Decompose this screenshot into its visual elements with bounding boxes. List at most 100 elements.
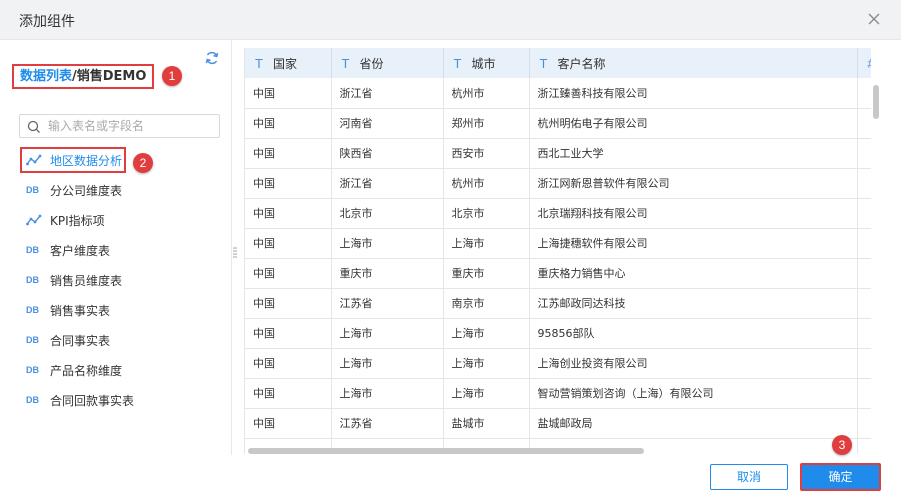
table-list-item[interactable]: 地区数据分析 [0,145,231,175]
table-list-item[interactable]: DB 合同回款事实表 [0,385,231,415]
table-cell: 中国 [245,258,332,289]
table-cell: 中国 [245,168,332,199]
db-icon: DB [26,305,39,315]
table-list-item[interactable]: DB 产品名称维度 [0,355,231,385]
table-cell: 上海市 [443,378,530,409]
table-row: 中国 江苏省 南京市 江苏邮政同达科技 [245,288,871,319]
annotation-badge-2: 2 [133,153,153,173]
search-input[interactable] [48,118,213,134]
column-header-label: 客户名称 [557,56,606,71]
table-cell: 中国 [245,108,332,139]
text-type-icon: T [539,55,548,71]
table-list-item-label: 分公司维度表 [50,183,123,198]
selection-highlight-box [20,147,126,173]
table-cell: 上海市 [443,348,530,379]
table-list-item[interactable]: DB 销售事实表 [0,295,231,325]
table-cell: 盐城邮政局 [529,408,858,439]
table-row: 中国 上海市 上海市 上海创业投资有限公司 [245,348,871,379]
close-icon[interactable] [867,12,881,26]
table-row: 中国 浙江省 杭州市 浙江臻善科技有限公司 [245,78,871,109]
db-icon: DB [26,245,39,255]
column-header[interactable]: # [857,48,871,78]
table-row: 中国 上海市 上海市 智动营销策划咨询（上海）有限公司 [245,378,871,409]
breadcrumb-source-link[interactable]: 数据列表 [20,69,72,84]
table-list-item[interactable]: DB 销售员维度表 [0,265,231,295]
confirm-button[interactable]: 确定 [800,463,881,491]
table-row: 中国 上海市 上海市 上海捷穗软件有限公司 [245,228,871,259]
search-icon [27,120,40,133]
table-cell: 上海市 [331,348,444,379]
text-type-icon: T [341,55,350,71]
table-cell: 陕西省 [331,138,444,169]
table-list-item-label: 销售事实表 [50,303,111,318]
table-cell: 95856部队 [529,318,858,349]
table-list: 地区数据分析 DB 分公司维度表 KPI指标项 DB 客户维度表 DB 销售员维度表 DB 销售事… [0,145,231,415]
vertical-scroll-thumb[interactable] [873,85,879,119]
table-cell: 中国 [245,408,332,439]
horizontal-scrollbar[interactable] [244,446,871,456]
table-list-item[interactable]: KPI指标项 [0,205,231,235]
table-cell: 中国 [245,198,332,229]
table-cell: 中国 [245,288,332,319]
chart-line-icon [26,214,44,226]
table-list-item-label: 产品名称维度 [50,363,123,378]
table-cell [857,138,871,169]
column-header[interactable]: T 城市 [443,48,530,78]
table-list-item[interactable]: DB 分公司维度表 [0,175,231,205]
table-cell [857,228,871,259]
table-list-item-label: 合同事实表 [50,333,111,348]
table-cell: 上海市 [443,318,530,349]
db-icon: DB [26,275,39,285]
column-header-label: 国家 [272,56,297,71]
cancel-button[interactable]: 取消 [710,464,788,490]
column-header[interactable]: T 国家 [245,48,332,78]
dialog-titlebar: 添加组件 [0,0,901,40]
number-type-icon: # [868,56,872,71]
table-cell: 浙江臻善科技有限公司 [529,78,858,109]
table-cell: 中国 [245,378,332,409]
db-icon: DB [26,185,39,195]
table-cell: 中国 [245,318,332,349]
table-cell: 北京瑞翔科技有限公司 [529,198,858,229]
vertical-scrollbar[interactable] [870,80,880,454]
table-cell: 上海捷穗软件有限公司 [529,228,858,259]
column-header[interactable]: T 省份 [331,48,444,78]
table-cell: 河南省 [331,108,444,139]
table-cell [857,168,871,199]
table-cell: 中国 [245,78,332,109]
breadcrumb: 数据列表/销售DEMO [12,64,155,89]
table-cell: 上海市 [331,318,444,349]
table-row: 中国 陕西省 西安市 西北工业大学 [245,138,871,169]
table-cell [857,78,871,109]
table-cell [857,108,871,139]
table-cell: 江苏邮政同达科技 [529,288,858,319]
table-cell [857,408,871,439]
table-cell: 中国 [245,228,332,259]
table-cell: 杭州市 [443,168,530,199]
table-cell: 江苏省 [331,288,444,319]
table-cell [857,258,871,289]
table-cell: 重庆市 [331,258,444,289]
db-icon: DB [26,395,39,405]
table-row: 中国 重庆市 重庆市 重庆格力销售中心 [245,258,871,289]
table-cell [857,348,871,379]
search-box[interactable] [19,114,220,138]
table-list-item[interactable]: DB 客户维度表 [0,235,231,265]
annotation-badge-1: 1 [162,66,182,86]
table-cell: 智动营销策划咨询（上海）有限公司 [529,378,858,409]
text-type-icon: T [453,55,462,71]
table-cell: 浙江网新恩普软件有限公司 [529,168,858,199]
table-cell [857,378,871,409]
table-list-item[interactable]: DB 合同事实表 [0,325,231,355]
table-list-item-label: 客户维度表 [50,243,111,258]
table-cell: 重庆格力销售中心 [529,258,858,289]
column-header-label: 省份 [359,56,384,71]
table-cell: 北京市 [331,198,444,229]
panel-resize-handle[interactable] [233,246,237,260]
refresh-icon[interactable] [204,50,220,66]
table-cell: 北京市 [443,198,530,229]
horizontal-scroll-thumb[interactable] [248,448,644,454]
column-header[interactable]: T 客户名称 [529,48,858,78]
text-type-icon: T [255,55,263,71]
table-cell [857,318,871,349]
